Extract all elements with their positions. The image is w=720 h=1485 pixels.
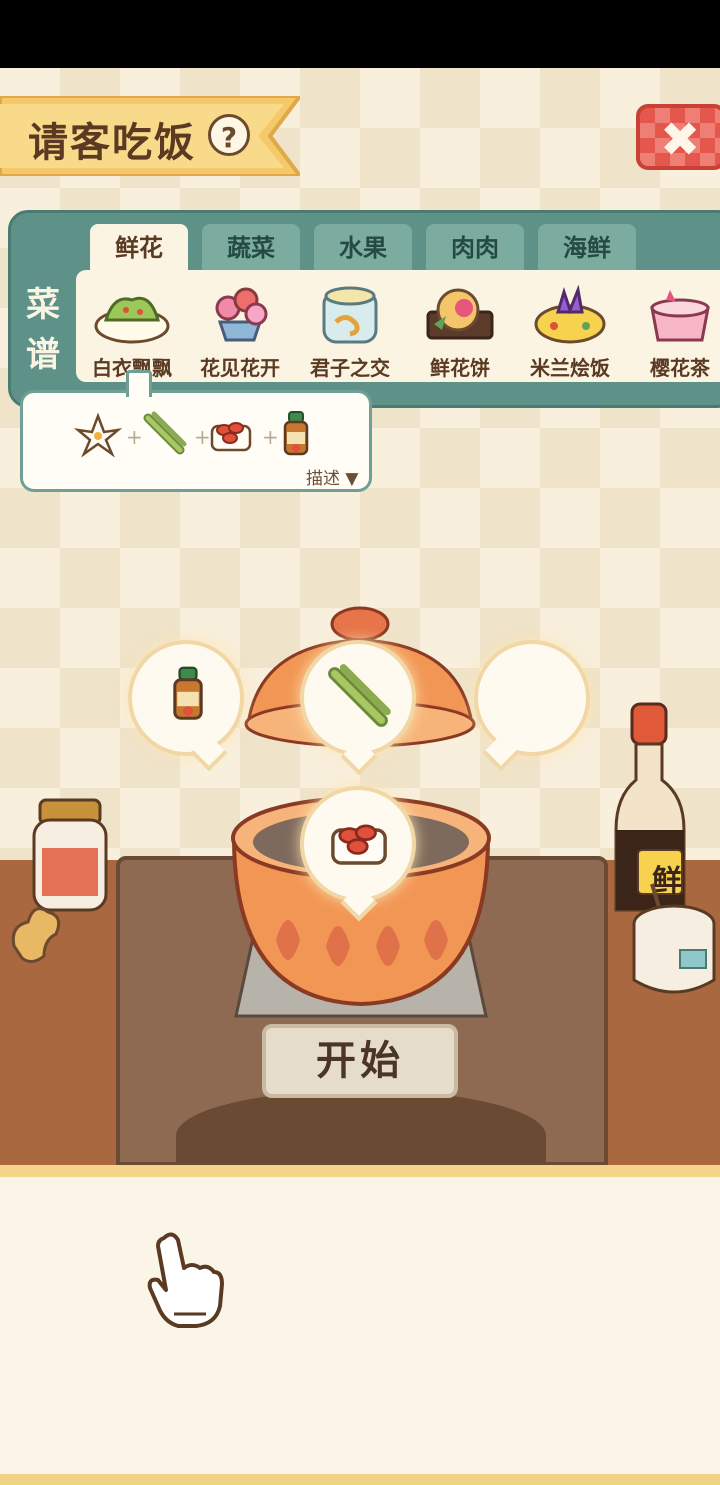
dish-name: 樱花茶 <box>650 356 710 380</box>
sauce-bottle-icon <box>173 666 203 720</box>
flower-cake-icon <box>426 288 494 340</box>
hand-pointer-icon <box>147 1232 224 1328</box>
jelly-dish-icon <box>322 286 378 344</box>
page-title: 请客吃饭 <box>28 120 196 166</box>
dish-item[interactable]: 米兰烩饭 <box>518 282 622 382</box>
tab-vegetables[interactable]: 蔬菜 <box>202 224 300 270</box>
side-label-char-1: 菜 <box>26 285 60 325</box>
asparagus-icon <box>143 411 187 455</box>
dish-item[interactable]: 花见花开 <box>188 282 292 382</box>
risotto-icon <box>534 284 606 344</box>
tab-fruits[interactable]: 水果 <box>314 224 412 270</box>
flower-bowl-icon <box>215 287 268 342</box>
popup-pointer <box>126 370 152 397</box>
salt-jar-icon <box>632 883 716 994</box>
dish-item[interactable]: 白衣飘飘 <box>80 282 184 382</box>
recipe-side-label: 菜 谱 <box>20 280 66 380</box>
bottom-panel <box>0 1165 720 1485</box>
dish-name: 君子之交 <box>310 356 390 380</box>
side-label-char-2: 谱 <box>26 335 60 375</box>
tab-meat[interactable]: 肉肉 <box>426 224 524 270</box>
close-icon: ✖ <box>660 112 701 168</box>
ginger-icon <box>11 907 61 963</box>
salad-dish-icon <box>94 296 170 344</box>
dish-name: 鲜花饼 <box>430 356 490 380</box>
sakura-tea-icon <box>650 290 710 342</box>
dish-item[interactable]: 樱花茶 <box>628 282 720 382</box>
dish-name: 米兰烩饭 <box>530 356 610 380</box>
describe-button[interactable]: 描述 ▼ <box>306 464 358 489</box>
dish-name: 花见花开 <box>200 356 280 380</box>
describe-label: 描述 <box>306 469 340 489</box>
goji-icon <box>331 824 387 865</box>
sauce-bottle-icon <box>283 411 309 456</box>
empty-ingredient-slot[interactable] <box>474 640 590 756</box>
status-bar <box>0 0 720 68</box>
help-button[interactable]: ? <box>208 114 250 156</box>
dish-item[interactable]: 君子之交 <box>298 282 402 382</box>
lily-icon <box>74 412 122 458</box>
tab-seafood[interactable]: 海鲜 <box>538 224 636 270</box>
tab-flowers[interactable]: 鲜花 <box>90 224 188 274</box>
triangle-down-icon: ▼ <box>340 469 359 489</box>
goji-icon <box>210 422 252 452</box>
start-button[interactable]: 开始 <box>262 1024 458 1098</box>
bottom-border <box>0 1474 720 1485</box>
dish-item[interactable]: 鲜花饼 <box>408 282 512 382</box>
asparagus-icon <box>328 664 391 727</box>
